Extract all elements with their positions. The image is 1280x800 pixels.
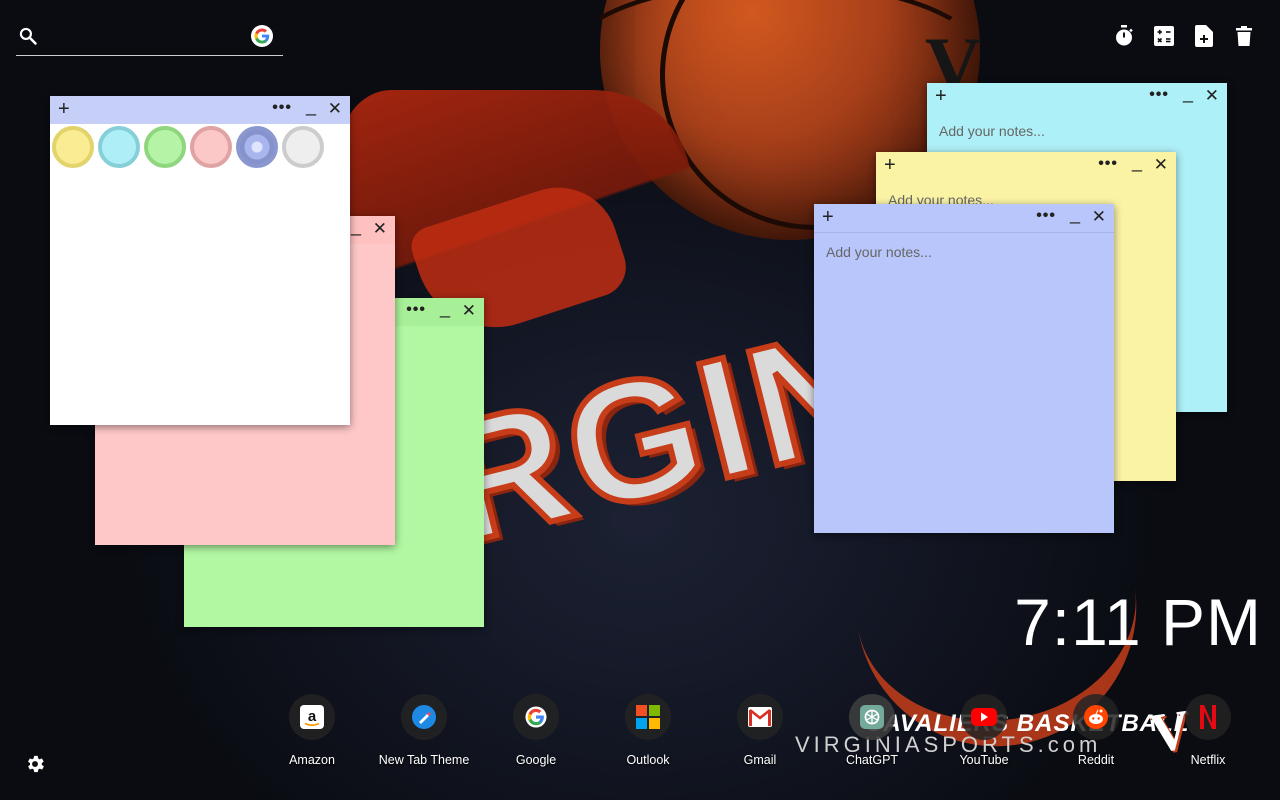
add-note-icon[interactable]: +: [58, 99, 70, 119]
trash-icon[interactable]: [1232, 24, 1256, 48]
shortcut-label: New Tab Theme: [378, 753, 470, 767]
shortcut-label: Outlook: [626, 753, 670, 767]
note-header[interactable]: + ••• _ ✕: [50, 96, 350, 124]
netflix-icon: [1185, 694, 1231, 740]
more-options-icon[interactable]: •••: [1036, 207, 1056, 225]
close-icon[interactable]: ✕: [328, 99, 342, 119]
sticky-note-blue[interactable]: + ••• _ ✕: [814, 204, 1114, 533]
google-icon[interactable]: [251, 25, 273, 47]
shortcut-label: Amazon: [289, 753, 335, 767]
minimize-icon[interactable]: _: [306, 96, 316, 117]
shortcut-chatgpt[interactable]: ChatGPT: [816, 694, 928, 767]
shortcut-outlook[interactable]: Outlook: [592, 694, 704, 767]
stopwatch-icon[interactable]: [1112, 24, 1136, 48]
google-icon: [513, 694, 559, 740]
add-note-icon[interactable]: +: [822, 207, 834, 227]
note-header[interactable]: + ••• _ ✕: [876, 152, 1176, 180]
more-options-icon[interactable]: •••: [1098, 155, 1118, 173]
close-icon[interactable]: ✕: [1205, 86, 1219, 106]
minimize-icon[interactable]: _: [1132, 152, 1142, 173]
color-swatch-green[interactable]: [144, 126, 186, 168]
shortcut-netflix[interactable]: Netflix: [1152, 694, 1264, 767]
new-tab-theme-icon: [401, 694, 447, 740]
color-swatch-blue[interactable]: [236, 126, 278, 168]
shortcut-dock: a Amazon New Tab Theme Google Outlook Gm…: [256, 694, 1264, 767]
minimize-icon[interactable]: _: [351, 216, 361, 237]
shortcut-label: Google: [515, 753, 557, 767]
close-icon[interactable]: ✕: [462, 301, 476, 321]
shortcut-google[interactable]: Google: [480, 694, 592, 767]
microsoft-icon: [625, 694, 671, 740]
minimize-icon[interactable]: _: [440, 298, 450, 319]
close-icon[interactable]: ✕: [373, 219, 387, 239]
shortcut-amazon[interactable]: a Amazon: [256, 694, 368, 767]
shortcut-label: Netflix: [1190, 753, 1226, 767]
note-header[interactable]: + ••• _ ✕: [927, 83, 1227, 111]
close-icon[interactable]: ✕: [1092, 207, 1106, 227]
gear-icon[interactable]: [24, 753, 48, 777]
minimize-icon[interactable]: _: [1070, 204, 1080, 225]
shortcut-gmail[interactable]: Gmail: [704, 694, 816, 767]
clock: 7:11 PM: [1014, 585, 1262, 659]
add-note-icon[interactable]: +: [935, 86, 947, 106]
search-input[interactable]: [52, 24, 246, 50]
color-palette: [50, 126, 350, 168]
amazon-icon: a: [289, 694, 335, 740]
more-options-icon[interactable]: •••: [406, 301, 426, 319]
top-toolbar: [1112, 24, 1256, 48]
shortcut-new-tab-theme[interactable]: New Tab Theme: [368, 694, 480, 767]
search-bar: [16, 18, 283, 56]
shortcut-label: YouTube: [959, 753, 1009, 767]
youtube-icon: [961, 694, 1007, 740]
note-text-input[interactable]: [824, 242, 1108, 527]
close-icon[interactable]: ✕: [1154, 155, 1168, 175]
more-options-icon[interactable]: •••: [1149, 86, 1169, 104]
gmail-icon: [737, 694, 783, 740]
more-options-icon[interactable]: •••: [272, 99, 292, 117]
color-swatch-pink[interactable]: [190, 126, 232, 168]
svg-text:a: a: [308, 708, 317, 725]
add-note-icon[interactable]: +: [884, 155, 896, 175]
new-note-icon[interactable]: [1192, 24, 1216, 48]
shortcut-label: Reddit: [1077, 753, 1115, 767]
minimize-icon[interactable]: _: [1183, 83, 1193, 104]
color-swatch-yellow[interactable]: [52, 126, 94, 168]
search-icon[interactable]: [18, 26, 38, 46]
chatgpt-icon: [849, 694, 895, 740]
note-header[interactable]: + ••• _ ✕: [814, 204, 1114, 233]
shortcut-reddit[interactable]: Reddit: [1040, 694, 1152, 767]
color-swatch-white[interactable]: [282, 126, 324, 168]
color-swatch-cyan[interactable]: [98, 126, 140, 168]
shortcut-label: ChatGPT: [845, 753, 899, 767]
reddit-icon: [1073, 694, 1119, 740]
shortcut-label: Gmail: [743, 753, 777, 767]
shortcut-youtube[interactable]: YouTube: [928, 694, 1040, 767]
calculator-icon[interactable]: [1152, 24, 1176, 48]
sticky-note-palette[interactable]: + ••• _ ✕: [50, 96, 350, 425]
